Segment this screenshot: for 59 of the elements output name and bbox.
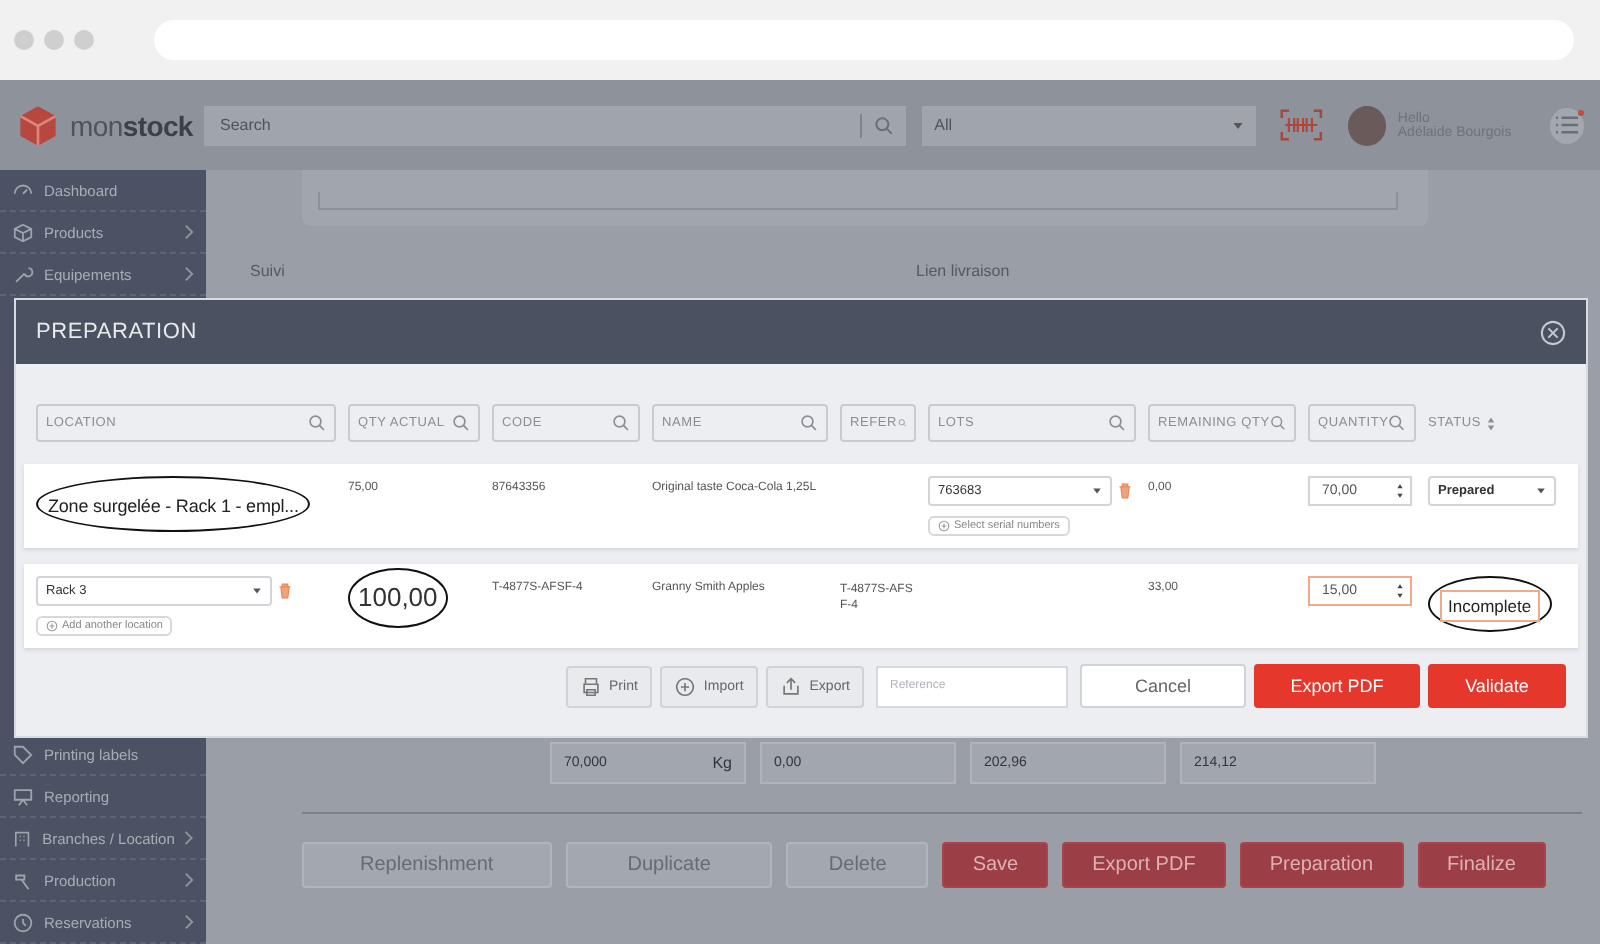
share-icon <box>779 675 802 697</box>
cube-icon <box>12 221 34 243</box>
caret-icon <box>1232 119 1245 131</box>
action-button[interactable]: Export PDF <box>1062 842 1226 888</box>
menu-button[interactable] <box>1549 107 1584 143</box>
action-button[interactable]: Finalize <box>1417 842 1546 888</box>
building-icon <box>12 827 33 849</box>
caret-icon <box>1092 486 1102 496</box>
dialog-title: PREPARATION <box>36 320 198 344</box>
easel-icon <box>12 785 34 807</box>
chevron-right-icon <box>184 872 194 888</box>
search-field[interactable]: Search <box>216 114 849 136</box>
spinner-arrows-icon <box>1396 582 1404 600</box>
status-field: Incomplete <box>1440 590 1540 622</box>
tag-icon <box>12 743 34 765</box>
search-icon <box>800 414 818 432</box>
menu-icon <box>1553 114 1580 136</box>
qty-actual-value: 100,00 <box>358 582 438 612</box>
field-label: Lien livraison <box>916 262 1012 280</box>
spinner-arrows-icon <box>1396 482 1404 500</box>
caret-icon <box>252 586 262 596</box>
dialog-button[interactable]: Cancel <box>1080 664 1246 708</box>
search-icon <box>308 414 326 432</box>
hammer-icon <box>12 869 34 891</box>
close-icon[interactable] <box>1540 319 1566 345</box>
chevron-right-icon <box>184 830 194 846</box>
filter-dropdown[interactable]: All <box>922 105 1257 145</box>
avatar-silhouette[interactable] <box>1347 105 1386 145</box>
clock-icon <box>12 911 34 933</box>
trash-icon[interactable] <box>278 582 292 600</box>
dialog-button[interactable]: Export PDF <box>1254 664 1420 708</box>
action-button[interactable]: Save <box>942 842 1049 888</box>
search-icon <box>1108 414 1126 432</box>
chevron-right-icon <box>184 224 194 240</box>
location-value: Zone surgelée - Rack 1 - empl... <box>48 496 299 516</box>
chevron-right-icon <box>184 914 194 930</box>
plus-circle-icon <box>46 620 58 632</box>
action-button[interactable]: Duplicate <box>565 842 773 888</box>
dialog-button[interactable]: Validate <box>1428 664 1566 708</box>
search-icon[interactable] <box>874 115 895 135</box>
trash-icon[interactable] <box>1118 482 1132 500</box>
search-icon <box>452 414 470 432</box>
plus-circle-icon <box>938 520 950 532</box>
action-button[interactable]: Delete <box>786 842 929 888</box>
action-button[interactable]: Preparation <box>1239 842 1404 888</box>
logo-text: monstock <box>70 109 193 141</box>
printer-icon <box>579 675 602 697</box>
field-label: Suivi <box>250 262 287 280</box>
caret-icon <box>1536 486 1546 496</box>
search-icon <box>1388 414 1406 432</box>
search-icon <box>612 414 630 432</box>
chevron-right-icon <box>184 266 194 282</box>
cube-logo-icon <box>16 103 60 147</box>
search-icon <box>1269 414 1286 432</box>
search-bar[interactable]: Search <box>204 105 907 145</box>
action-button[interactable]: Replenishment <box>302 842 552 888</box>
barcode-scanner-icon[interactable] <box>1280 108 1324 142</box>
sort-icon <box>1486 415 1497 431</box>
search-icon <box>897 414 906 432</box>
